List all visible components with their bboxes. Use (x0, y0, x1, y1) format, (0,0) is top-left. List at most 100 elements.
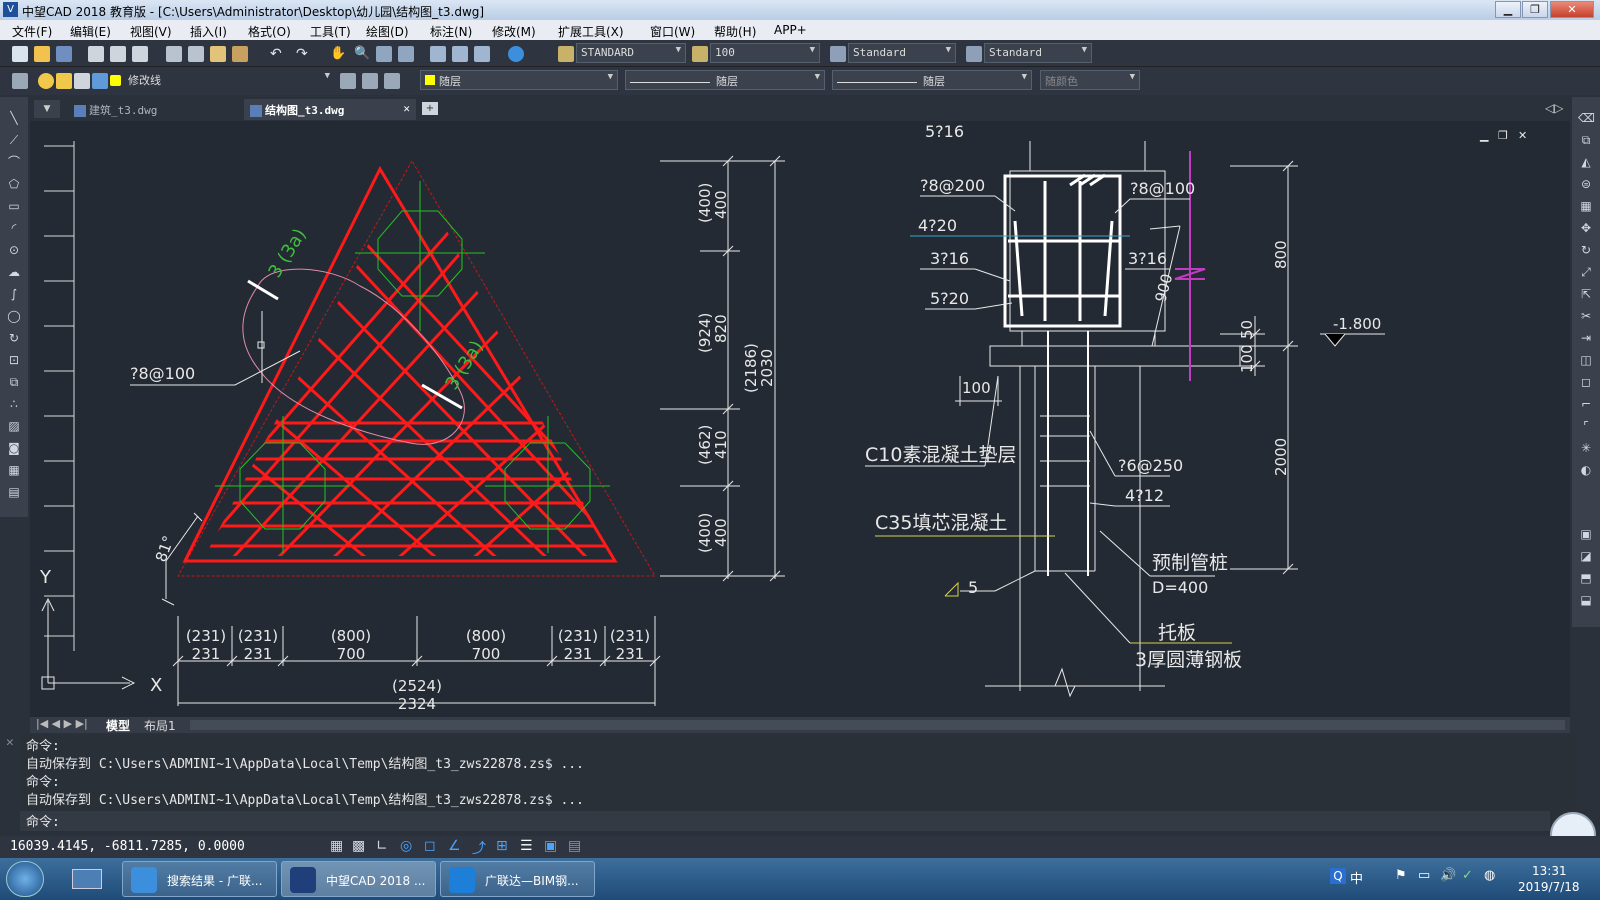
ellipse-icon[interactable]: ◯ (6, 309, 22, 323)
scale-object-icon[interactable]: ⤢ (1578, 265, 1594, 279)
object-snap-icon[interactable]: ◻ (424, 838, 436, 854)
break-icon[interactable]: ◫ (1578, 353, 1594, 367)
dynamic-ucs-icon[interactable]: ⤴ (472, 838, 486, 858)
tray-app-icon[interactable]: ◍ (1484, 868, 1495, 883)
help-icon[interactable] (508, 46, 524, 62)
menu-dimension[interactable]: 标注(N) (430, 23, 472, 40)
network-icon[interactable]: ▭ (1418, 868, 1430, 883)
draworder-icon[interactable]: ◐ (1578, 463, 1594, 477)
layer-manager-icon[interactable] (12, 73, 28, 89)
zoom-realtime-icon[interactable]: 🔍 (354, 46, 370, 62)
erase-icon[interactable]: ⌫ (1578, 111, 1595, 125)
polyline-icon[interactable]: ⌒ (6, 155, 22, 169)
minimize-button[interactable]: ▁ (1495, 1, 1521, 18)
menu-extend-tools[interactable]: 扩展工具(X) (558, 23, 624, 40)
volume-icon[interactable]: 🔊 (1440, 868, 1456, 883)
mirror-icon[interactable]: ◭ (1578, 155, 1594, 169)
tab-building-dwg[interactable]: 建筑_t3.dwg (68, 99, 238, 120)
menu-draw[interactable]: 绘图(D) (366, 23, 409, 40)
lineweight-toggle-icon[interactable]: ☰ (520, 838, 533, 854)
make-current-layer-icon[interactable] (340, 73, 356, 89)
circle-icon[interactable]: ⊙ (6, 243, 22, 257)
fillet-icon[interactable]: ⌜ (1578, 419, 1594, 433)
horizontal-scrollbar[interactable] (190, 720, 1565, 730)
design-center-icon[interactable] (452, 46, 468, 62)
revcloud-icon[interactable]: ☁ (6, 265, 22, 279)
tab-menu-dropdown[interactable]: ▼ (34, 100, 60, 118)
taskbar-zwcad[interactable]: 中望CAD 2018 ... (281, 861, 436, 897)
ortho-icon[interactable]: ∟ (376, 838, 388, 854)
drawing-canvas[interactable]: 3 (3a) 3 (3a) ?8@100 81° (400) 400 (924)… (30, 121, 1570, 717)
explode-icon[interactable]: ✳ (1578, 441, 1594, 455)
copy-object-icon[interactable]: ⧉ (1578, 133, 1594, 147)
ellipse-arc-icon[interactable]: ↻ (6, 331, 22, 345)
tab-layout1[interactable]: 布局1 (144, 717, 176, 734)
print-preview-icon[interactable] (110, 46, 126, 62)
layer-color-icon[interactable] (92, 73, 108, 89)
tab-structure-dwg[interactable]: 结构图_t3.dwg ✕ (244, 99, 416, 120)
zoom-window-icon[interactable] (376, 46, 392, 62)
hatch-icon[interactable]: ▨ (6, 419, 22, 433)
viewport-close-icon[interactable]: ✕ (1518, 129, 1527, 142)
chamfer-icon[interactable]: ⌐ (1578, 397, 1594, 411)
new-file-icon[interactable] (12, 46, 28, 62)
dim-style-select[interactable]: Standard ▼ (848, 43, 956, 63)
close-tab-icon[interactable]: ✕ (403, 102, 410, 115)
menu-format[interactable]: 格式(O) (248, 23, 291, 40)
viewport-minimize-icon[interactable]: ▁ (1479, 129, 1489, 142)
menu-file[interactable]: 文件(F) (12, 23, 52, 40)
start-button-icon[interactable] (6, 861, 44, 897)
paste-icon[interactable] (210, 46, 226, 62)
menu-view[interactable]: 视图(V) (130, 23, 172, 40)
menu-edit[interactable]: 编辑(E) (70, 23, 111, 40)
rotate-icon[interactable]: ↻ (1578, 243, 1594, 257)
quick-properties-icon[interactable]: ▣ (544, 838, 557, 854)
rectangle-icon[interactable]: ▭ (6, 199, 22, 213)
undo-icon[interactable]: ↶ (270, 46, 286, 62)
dynamic-input-icon[interactable]: ⊞ (496, 838, 508, 854)
layer-states-icon[interactable] (384, 73, 400, 89)
layer-lock-icon[interactable] (74, 73, 90, 89)
pan-icon[interactable]: ✋ (330, 46, 346, 62)
grid-display-icon[interactable]: ▩ (352, 838, 365, 854)
zoom-previous-icon[interactable] (398, 46, 414, 62)
text-style-select[interactable]: STANDARD ▼ (576, 43, 686, 63)
taskbar-glodon[interactable]: 广联达—BIM钢... (440, 861, 595, 897)
layer-freeze-icon[interactable] (56, 73, 72, 89)
annotation-scale-select[interactable]: 100 ▼ (710, 43, 820, 63)
save-icon[interactable] (56, 46, 72, 62)
menu-tools[interactable]: 工具(T) (310, 23, 351, 40)
move-icon[interactable]: ✥ (1578, 221, 1594, 235)
open-file-icon[interactable] (34, 46, 50, 62)
show-desktop-button[interactable] (62, 861, 112, 897)
polygon-icon[interactable]: ⬠ (6, 177, 22, 191)
bring-front-icon[interactable]: ▣ (1578, 527, 1594, 541)
lineweight-select[interactable]: 随层 ▼ (832, 70, 1032, 90)
trim-icon[interactable]: ✂ (1578, 309, 1594, 323)
tab-scroll-arrows-icon[interactable]: ◁▷ (1545, 101, 1563, 115)
extend-icon[interactable]: ⇥ (1578, 331, 1594, 345)
menu-app[interactable]: APP+ (774, 23, 807, 37)
taskbar-ie-search[interactable]: 搜索结果 - 广联... (122, 861, 277, 897)
polar-tracking-icon[interactable]: ◎ (400, 838, 412, 854)
restore-button[interactable]: ❐ (1522, 1, 1548, 18)
make-block-icon[interactable]: ⧉ (6, 375, 22, 389)
snap-tracking-icon[interactable]: ∠ (448, 838, 461, 854)
mtext-icon[interactable]: ▤ (6, 485, 22, 499)
plotstyle-select[interactable]: 随颜色 ▼ (1040, 70, 1140, 90)
command-input[interactable]: 命令: (20, 811, 1550, 831)
offset-icon[interactable]: ⊜ (1578, 177, 1594, 191)
snap-grid-icon[interactable]: ▦ (330, 838, 343, 854)
properties-icon[interactable] (430, 46, 446, 62)
table-style-select[interactable]: Standard ▼ (984, 43, 1092, 63)
menu-window[interactable]: 窗口(W) (650, 23, 695, 40)
send-back-icon[interactable]: ◪ (1578, 549, 1594, 563)
qq-pinyin-icon[interactable]: Q (1330, 868, 1346, 884)
table-icon[interactable]: ▦ (6, 463, 22, 477)
layer-previous-icon[interactable] (362, 73, 378, 89)
tab-model[interactable]: 模型 (106, 717, 130, 734)
command-close-icon[interactable]: ✕ (6, 735, 14, 750)
viewport-restore-icon[interactable]: ❐ (1498, 129, 1508, 142)
insert-block-icon[interactable]: ⊡ (6, 353, 22, 367)
ime-indicator[interactable]: 中 (1350, 868, 1363, 887)
